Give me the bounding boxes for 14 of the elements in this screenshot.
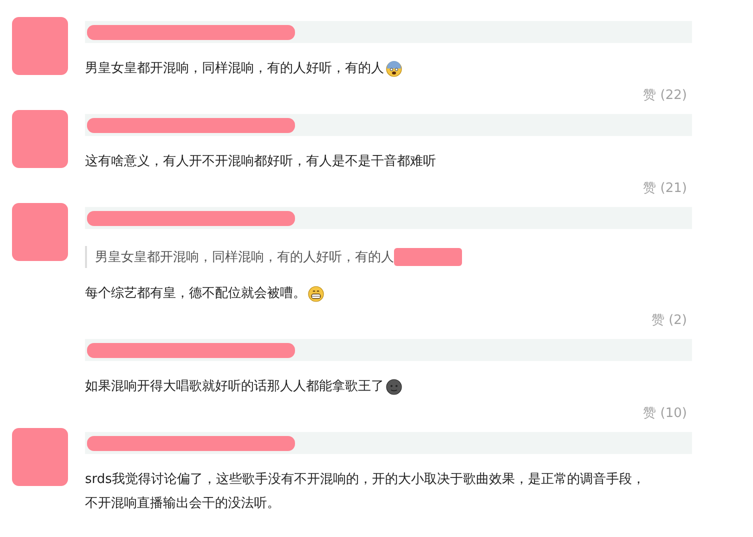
dark-face-icon [386, 379, 402, 395]
comment-text: 如果混响开得大唱歌就好听的话那人人都能拿歌王了 [85, 378, 384, 396]
like-count[interactable]: 赞 (22) [643, 86, 687, 106]
like-count[interactable]: 赞 (21) [643, 179, 687, 199]
like-count[interactable]: 赞 (10) [643, 404, 687, 424]
quoted-text: 男皇女皇都开混响，同样混响，有的人好听，有的人 [95, 249, 394, 266]
comment-text: srds我觉得讨论偏了，这些歌手没有不开混响的，开的大小取决于歌曲效果，是正常的调音手段，不开混响直播输出会干的没法听。 [85, 471, 646, 513]
comment-text: 这有啥意义，有人开不开混响都好听，有人是不是干音都难听 [85, 153, 436, 171]
comment-text: 男皇女皇都开混响，同样混响，有的人好听，有的人 [85, 60, 384, 78]
comment-text: 每个综艺都有皇，德不配位就会被嘈。 [85, 285, 306, 303]
quote-redaction [394, 248, 462, 266]
fearful-face-icon [386, 61, 402, 77]
like-count[interactable]: 赞 (2) [651, 311, 687, 331]
grinning-face-icon [308, 286, 324, 302]
